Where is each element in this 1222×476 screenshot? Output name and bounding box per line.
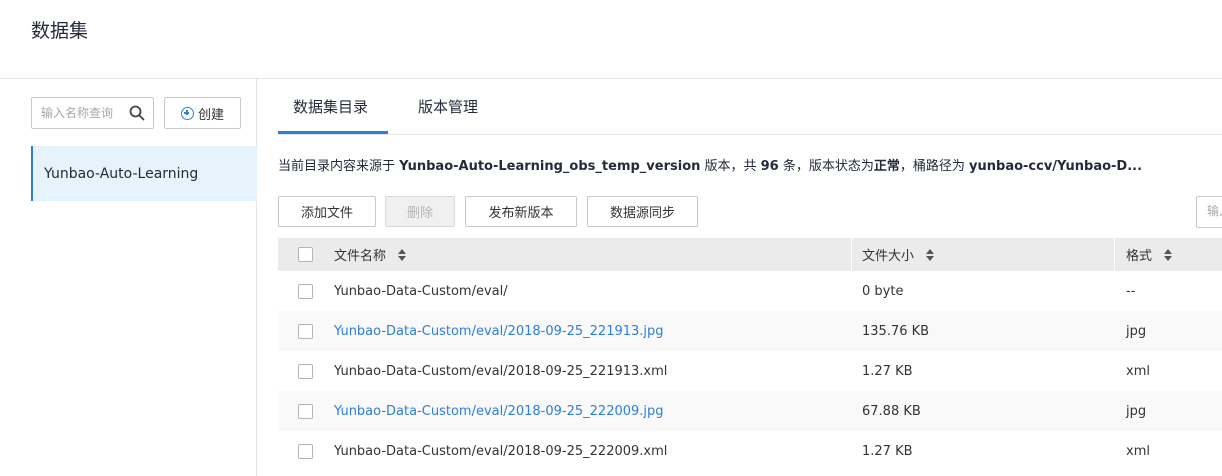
table-header: 文件名称 文件大小 格式 xyxy=(278,238,1222,271)
row-checkbox[interactable] xyxy=(298,404,313,419)
publish-version-button[interactable]: 发布新版本 xyxy=(465,196,577,227)
file-name: Yunbao-Data-Custom/eval/2018-09-25_22200… xyxy=(334,443,668,459)
file-size: 67.88 KB xyxy=(862,403,921,419)
sort-icon[interactable] xyxy=(926,248,935,261)
table-row: Yunbao-Data-Custom/eval/2018-09-25_22200… xyxy=(278,431,1222,471)
file-size: 135.76 KB xyxy=(862,323,930,339)
info-version-name: Yunbao-Auto-Learning_obs_temp_version xyxy=(399,159,701,174)
file-size: 0 byte xyxy=(862,283,904,299)
column-header-format[interactable]: 格式 xyxy=(1126,238,1173,271)
row-checkbox[interactable] xyxy=(298,324,313,339)
dataset-search-input[interactable] xyxy=(41,104,127,122)
column-header-size[interactable]: 文件大小 xyxy=(862,238,935,271)
row-checkbox[interactable] xyxy=(298,284,313,299)
tab-bar: 数据集目录 版本管理 xyxy=(278,79,1222,135)
file-format: -- xyxy=(1126,283,1136,299)
column-divider xyxy=(1114,238,1115,271)
column-header-name[interactable]: 文件名称 xyxy=(334,238,407,271)
tab-version-management[interactable]: 版本管理 xyxy=(418,96,478,117)
file-size: 1.27 KB xyxy=(862,443,913,459)
info-status: 正常 xyxy=(873,159,900,174)
page-header: 数据集 xyxy=(0,0,1222,79)
file-size: 1.27 KB xyxy=(862,363,913,379)
file-format: jpg xyxy=(1126,323,1147,339)
create-button[interactable]: 创建 xyxy=(164,97,241,129)
file-name: Yunbao-Data-Custom/eval/ xyxy=(334,283,508,299)
column-format-label: 格式 xyxy=(1126,249,1153,264)
sort-icon[interactable] xyxy=(398,248,407,261)
page-title: 数据集 xyxy=(31,20,89,42)
table-row: Yunbao-Data-Custom/eval/ 0 byte -- xyxy=(278,271,1222,311)
plus-circle-icon xyxy=(180,106,194,120)
info-count: 96 xyxy=(760,159,779,174)
file-filter-box[interactable] xyxy=(1196,196,1222,228)
table-row: Yunbao-Data-Custom/eval/2018-09-25_22200… xyxy=(278,391,1222,431)
table-row: Yunbao-Data-Custom/eval/2018-09-25_22191… xyxy=(278,351,1222,391)
file-format: xml xyxy=(1126,443,1150,459)
search-icon[interactable] xyxy=(129,105,145,121)
file-name-link[interactable]: Yunbao-Data-Custom/eval/2018-09-25_22200… xyxy=(334,391,664,431)
info-mid3: ，桶路径为 xyxy=(899,159,970,174)
column-name-label: 文件名称 xyxy=(334,249,387,264)
dataset-search-box[interactable] xyxy=(31,97,154,129)
sidebar: 创建 Yunbao-Auto-Learning xyxy=(0,79,257,476)
directory-info: 当前目录内容来源于 Yunbao-Auto-Learning_obs_temp_… xyxy=(278,155,1222,174)
file-name-link[interactable]: Yunbao-Data-Custom/eval/2018-09-25_22191… xyxy=(334,311,664,351)
info-mid2: 条，版本状态为 xyxy=(778,159,874,174)
select-all-checkbox[interactable] xyxy=(298,247,313,262)
tab-dataset-directory[interactable]: 数据集目录 xyxy=(293,96,368,117)
info-mid1: 版本，共 xyxy=(700,159,761,174)
sort-icon[interactable] xyxy=(1164,248,1173,261)
sync-datasource-button[interactable]: 数据源同步 xyxy=(587,196,698,227)
sidebar-item-dataset[interactable]: Yunbao-Auto-Learning xyxy=(31,146,257,201)
sidebar-item-label: Yunbao-Auto-Learning xyxy=(44,165,199,182)
file-format: jpg xyxy=(1126,403,1147,419)
info-path: yunbao-ccv/Yunbao-D... xyxy=(969,159,1143,174)
row-checkbox[interactable] xyxy=(298,444,313,459)
delete-button[interactable]: 删除 xyxy=(385,196,455,227)
column-size-label: 文件大小 xyxy=(862,249,915,264)
add-file-button[interactable]: 添加文件 xyxy=(278,196,376,227)
create-button-label: 创建 xyxy=(197,107,224,123)
file-filter-input[interactable] xyxy=(1207,204,1222,218)
active-tab-indicator xyxy=(278,131,388,134)
file-format: xml xyxy=(1126,363,1150,379)
file-name: Yunbao-Data-Custom/eval/2018-09-25_22191… xyxy=(334,363,668,379)
table-row: Yunbao-Data-Custom/eval/2018-09-25_22191… xyxy=(278,311,1222,351)
column-divider xyxy=(851,238,852,271)
info-prefix: 当前目录内容来源于 xyxy=(278,159,400,174)
row-checkbox[interactable] xyxy=(298,364,313,379)
